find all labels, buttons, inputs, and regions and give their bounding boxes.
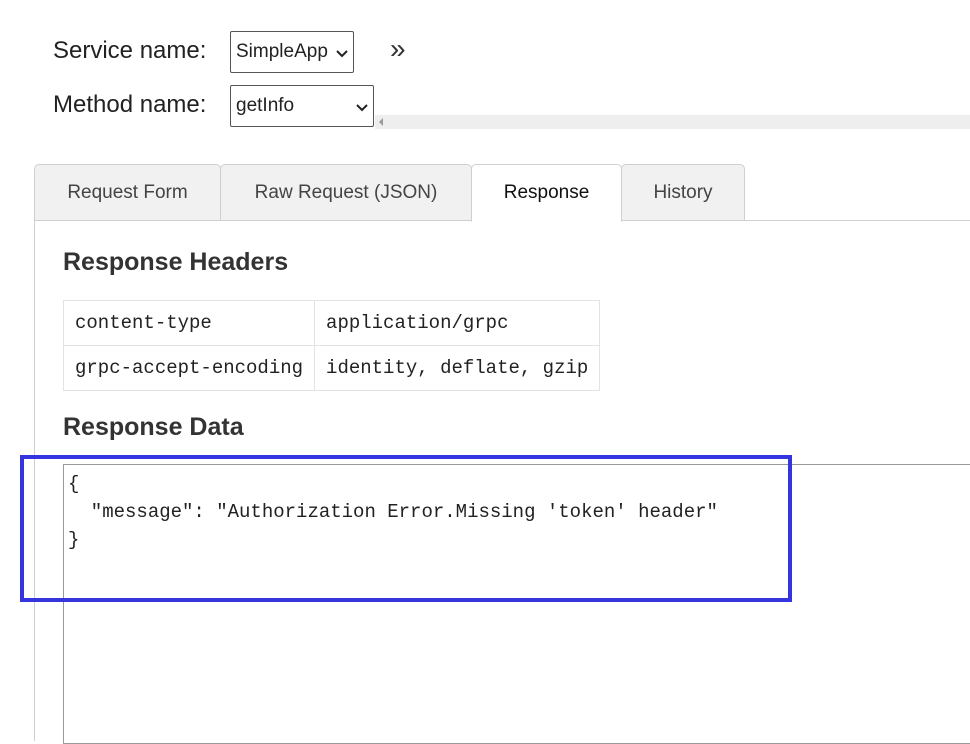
horizontal-scrollbar[interactable]	[375, 115, 970, 129]
response-data-viewer[interactable]: { "message": "Authorization Error.Missin…	[63, 464, 970, 744]
service-select[interactable]: SimpleApp	[230, 31, 354, 73]
tab-response[interactable]: Response	[471, 164, 622, 222]
header-value: identity, deflate, gzip	[314, 345, 601, 391]
tab-request-form[interactable]: Request Form	[34, 164, 221, 221]
method-name-label: Method name:	[53, 91, 207, 118]
method-select[interactable]: getInfo	[230, 85, 374, 127]
scroll-left-arrow-icon[interactable]	[379, 118, 383, 126]
response-headers-table: content-type application/grpc grpc-accep…	[62, 300, 601, 391]
tab-raw-request-json[interactable]: Raw Request (JSON)	[220, 164, 472, 221]
table-row: grpc-accept-encoding identity, deflate, …	[62, 345, 601, 391]
expand-panel-button[interactable]: »	[390, 34, 406, 64]
header-value: application/grpc	[314, 300, 601, 346]
tab-history[interactable]: History	[621, 164, 745, 221]
chevron-down-icon	[336, 50, 348, 58]
header-key: grpc-accept-encoding	[62, 345, 316, 391]
response-data-title: Response Data	[63, 413, 244, 441]
header-key: content-type	[62, 300, 316, 346]
table-row: content-type application/grpc	[62, 300, 601, 346]
method-select-value: getInfo	[236, 95, 295, 116]
response-headers-title: Response Headers	[63, 248, 289, 276]
chevron-down-icon	[356, 104, 368, 112]
service-name-label: Service name:	[53, 37, 207, 64]
service-select-value: SimpleApp	[236, 41, 328, 62]
